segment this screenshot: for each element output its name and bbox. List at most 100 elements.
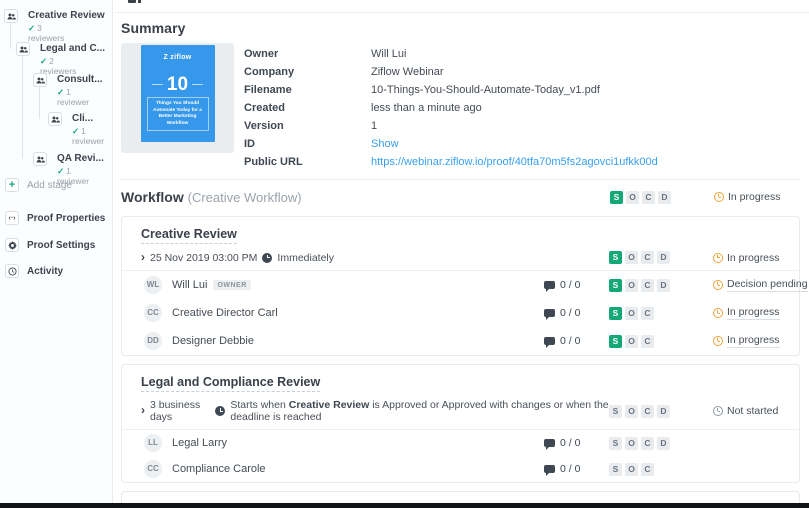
field-row: Company Ziflow Webinar <box>244 63 658 81</box>
people-icon <box>33 152 47 166</box>
reviewer-row: WL Will Lui OWNER 0 / 0 S O C D Decision… <box>122 271 808 299</box>
show-id-link[interactable]: Show <box>371 138 399 150</box>
badge-owner: O <box>625 278 638 292</box>
proof-role-badges: S O C D <box>609 404 713 418</box>
workflow-template-name: (Creative Workflow) <box>187 190 302 205</box>
sidebar-item-activity[interactable]: Activity <box>5 264 63 278</box>
clock-icon <box>714 192 724 202</box>
sidebar-stage-creative-review[interactable]: Creative Review ✓ 3 reviewers <box>4 9 109 43</box>
badge-submitter: S <box>609 404 622 418</box>
doc-big-number: 10 <box>151 75 204 94</box>
history-icon <box>5 264 19 278</box>
gear-icon <box>5 238 19 252</box>
stage-label: Consult... <box>57 74 103 85</box>
reviewer-name: Will Lui OWNER <box>172 279 544 291</box>
sidebar-stage-client[interactable]: Cli... ✓ 1 reviewer <box>48 112 110 148</box>
reviewer-row: CC Compliance Carole 0 / 0 S O C <box>122 456 799 482</box>
clipped-toolbar-icon <box>128 0 142 4</box>
comments-count[interactable]: 0 / 0 <box>544 279 609 292</box>
stage-label: Cli... <box>72 113 94 124</box>
proof-role-badges: S O C D <box>610 190 714 204</box>
badge-commenter: C <box>641 436 654 450</box>
doc-caption: Things You Should Automate Today for a B… <box>146 97 209 131</box>
comments-count[interactable]: 0 / 0 <box>544 437 609 450</box>
reviewer-row: LL Legal Larry 0 / 0 S O C D <box>122 430 799 456</box>
check-icon: ✓ <box>72 126 80 136</box>
field-row: Filename 10-Things-You-Should-Automate-T… <box>244 81 658 99</box>
comments-count[interactable]: 0 / 0 <box>544 307 609 320</box>
badge-decision: D <box>657 251 670 264</box>
field-label: Filename <box>244 84 292 96</box>
reviewer-status-dropdown[interactable]: In progress <box>713 306 793 320</box>
badge-submitter: S <box>610 190 623 204</box>
summary-fields: Owner Will Lui Company Ziflow Webinar Fi… <box>244 43 658 171</box>
speech-bubble-icon <box>544 465 555 476</box>
workflow-status: In progress <box>714 191 794 203</box>
badge-submitter: S <box>609 334 622 348</box>
field-label: ID <box>244 138 255 150</box>
stage-label: Creative Review <box>28 10 105 21</box>
sidebar-item-proof-properties[interactable]: ‹·› Proof Properties <box>5 211 105 225</box>
avatar: CC <box>144 460 162 478</box>
stage-meta: 3 business days Starts when Creative Rev… <box>150 399 609 423</box>
people-icon <box>4 9 18 23</box>
field-row: Owner Will Lui <box>244 45 658 63</box>
badge-commenter: C <box>641 334 654 348</box>
stage-card-creative-review: Creative Review › 25 Nov 2019 03:00 PM I… <box>121 216 808 356</box>
avatar: LL <box>144 434 162 452</box>
stage-deadline: 25 Nov 2019 03:00 PM <box>150 251 258 264</box>
proof-thumbnail[interactable]: Z ziflow 10 Things You Should Automate T… <box>121 43 234 153</box>
speech-bubble-icon <box>544 281 555 292</box>
badge-submitter: S <box>609 462 622 476</box>
people-icon <box>48 112 62 126</box>
reviewer-name: Compliance Carole <box>172 463 266 475</box>
field-label: Version <box>244 120 284 132</box>
stage-meta-row: › 25 Nov 2019 03:00 PM Immediately S O C… <box>136 251 793 264</box>
bottom-bar <box>0 503 809 508</box>
badge-owner: O <box>625 251 638 264</box>
public-url-link[interactable]: https://webinar.ziflow.io/proof/40tfa70m… <box>371 156 658 168</box>
workflow-sidebar: Creative Review ✓ 3 reviewers Legal and C… <box>0 0 113 508</box>
badge-decision: D <box>657 436 670 450</box>
comments-count[interactable]: 0 / 0 <box>544 335 609 348</box>
code-icon: ‹·› <box>5 211 19 225</box>
stage-status: Not started <box>713 405 793 417</box>
stage-title[interactable]: Legal and Compliance Review <box>141 375 321 392</box>
stage-reviewers: WL Will Lui OWNER 0 / 0 S O C D Decision… <box>122 271 808 355</box>
proof-role-badges: S O C <box>609 462 713 476</box>
stage-reviewers: LL Legal Larry 0 / 0 S O C D CC Complian… <box>122 430 799 482</box>
field-label: Company <box>244 66 295 78</box>
badge-decision: D <box>658 190 671 204</box>
sidebar-stage-consultant[interactable]: Consult... ✓ 1 reviewer <box>33 73 111 109</box>
field-row: Version 1 <box>244 117 658 135</box>
clock-icon <box>215 406 226 416</box>
company-value: Ziflow Webinar <box>371 66 444 78</box>
avatar: WL <box>144 276 162 294</box>
summary-title: Summary <box>121 20 186 36</box>
proof-detail-panel: Summary Z ziflow 10 Things You Should Au… <box>114 0 809 508</box>
created-value: less than a minute ago <box>371 102 482 114</box>
stage-meta: 25 Nov 2019 03:00 PM Immediately <box>150 252 609 264</box>
field-label: Public URL <box>244 156 303 168</box>
badge-owner: O <box>625 436 638 450</box>
stage-label: Legal and C... <box>40 43 106 54</box>
comments-count[interactable]: 0 / 0 <box>544 463 609 476</box>
reviewer-name: Legal Larry <box>172 437 228 449</box>
reviewer-status-dropdown[interactable]: In progress <box>713 334 793 348</box>
badge-decision: D <box>657 278 670 292</box>
sidebar-stage-legal[interactable]: Legal and C... ✓ 2 reviewers <box>16 42 111 76</box>
stage-title[interactable]: Creative Review <box>141 227 237 244</box>
stage-card-legal-review: Legal and Compliance Review › 3 business… <box>121 364 800 483</box>
people-icon <box>16 42 30 56</box>
plus-icon: + <box>5 178 19 192</box>
sidebar-item-proof-settings[interactable]: Proof Settings <box>5 238 95 252</box>
stage-header: Creative Review › 25 Nov 2019 03:00 PM I… <box>122 217 799 271</box>
chevron-right-icon[interactable]: › <box>136 251 150 263</box>
speech-bubble-icon <box>544 439 555 450</box>
stage-reviewer-count: ✓ 1 reviewer <box>72 126 105 146</box>
add-stage-button[interactable]: + Add stage <box>5 178 72 192</box>
reviewer-status-dropdown[interactable]: Decision pending <box>713 278 808 292</box>
chevron-right-icon[interactable]: › <box>136 404 150 416</box>
avatar: CC <box>144 304 162 322</box>
nav-label: Proof Settings <box>27 239 96 251</box>
